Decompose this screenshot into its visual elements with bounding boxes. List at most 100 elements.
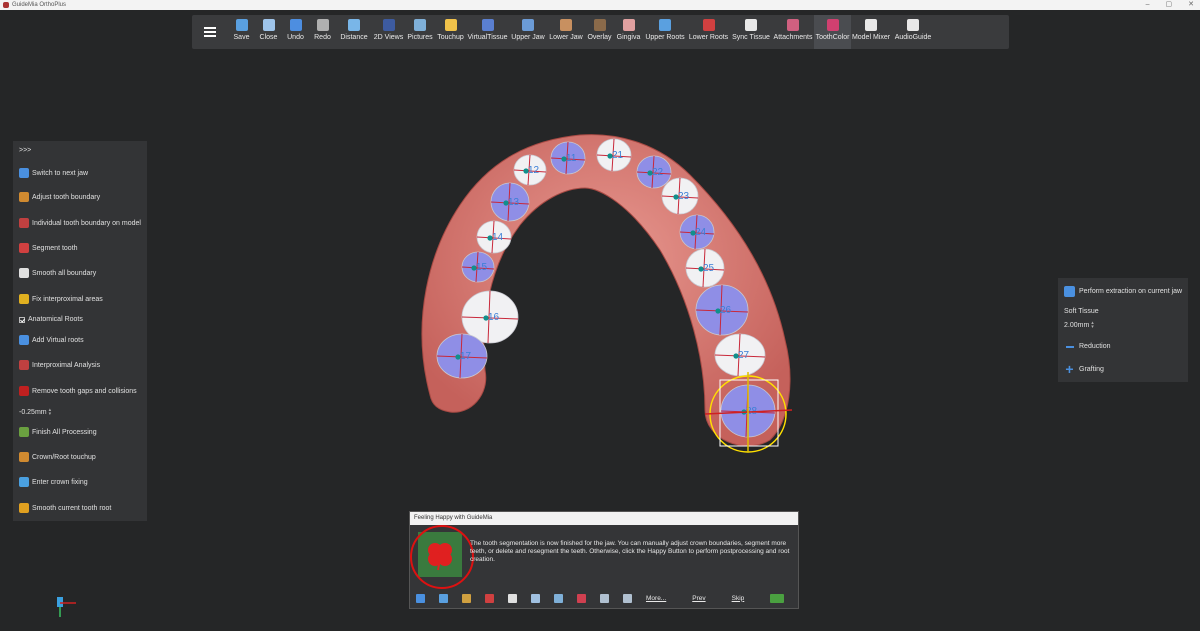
tooth-number-label: 16: [488, 312, 500, 323]
toolbar-pictures-button[interactable]: Pictures: [405, 15, 435, 49]
tooth-14[interactable]: 14: [476, 220, 512, 254]
toolbar-gingiva-button[interactable]: Gingiva: [614, 15, 643, 49]
toolbar-redo-button[interactable]: Redo: [309, 15, 336, 49]
tooth-15[interactable]: 15: [461, 251, 495, 283]
2d-views-icon: [382, 19, 395, 31]
toolbar-close-button[interactable]: Close: [255, 15, 282, 49]
building-icon[interactable]: [600, 593, 609, 603]
finish-all-processing-button[interactable]: Finish All Processing: [19, 427, 97, 437]
tooth-13[interactable]: 13: [490, 182, 530, 222]
tooth-23[interactable]: 23: [661, 177, 699, 215]
remove-tooth-gaps-and-collisions-button[interactable]: Remove tooth gaps and collisions: [19, 386, 137, 396]
axis-orientation-icon: [57, 597, 76, 617]
tooth-number-label: 14: [492, 232, 504, 243]
tools-icon[interactable]: [462, 593, 471, 603]
toolbar-undo-button[interactable]: Undo: [282, 15, 309, 49]
tooth-22[interactable]: 22: [636, 155, 672, 189]
upper-jaw-icon: [522, 19, 534, 31]
toolbar-lower-roots-button[interactable]: Lower Roots: [687, 15, 730, 49]
tooth-number-label: 25: [703, 263, 715, 274]
reduction-button[interactable]: Reduction: [1064, 341, 1111, 352]
right-tool-panel: Perform extraction on current jaw Soft T…: [1058, 278, 1188, 382]
tooth-26[interactable]: 26: [695, 284, 749, 336]
toolbar-lower-jaw-button[interactable]: Lower Jaw: [547, 15, 585, 49]
soft-tissue-spinbox[interactable]: 2.00mm ▴ ▾: [1064, 321, 1094, 330]
ruler-icon: [348, 19, 360, 31]
add-virtual-roots-button[interactable]: Add Virtual roots: [19, 335, 84, 345]
tool-label: Smooth all boundary: [32, 269, 97, 277]
tooth-icon[interactable]: [508, 593, 517, 603]
lower-roots-icon: [702, 19, 715, 31]
toolbar-label: 2D Views: [373, 34, 404, 41]
spin-arrows-icon[interactable]: ▴ ▾: [49, 408, 52, 417]
panel-collapse-toggle[interactable]: >>>: [19, 147, 31, 154]
smooth-root-icon: [19, 503, 29, 513]
tooth-number-label: 11: [566, 153, 577, 164]
reduction-label: Reduction: [1079, 343, 1111, 350]
tooth-12[interactable]: 12: [513, 154, 547, 186]
prev-link[interactable]: Prev: [692, 595, 705, 602]
hamburger-menu-button[interactable]: [192, 15, 228, 49]
upper-roots-icon: [659, 19, 671, 31]
switch-to-next-jaw-button[interactable]: Switch to next jaw: [19, 168, 88, 178]
perform-extraction-button[interactable]: Perform extraction on current jaw: [1064, 286, 1182, 297]
tooth-17[interactable]: 17: [436, 333, 488, 379]
toolbar-virtualtissue-button[interactable]: VirtualTissue: [466, 15, 509, 49]
toolbar-toothcolor-button[interactable]: ToothColor: [814, 15, 851, 49]
toolbar-label: Lower Roots: [688, 34, 729, 41]
screen-icon[interactable]: [554, 593, 563, 603]
dialog-message: The tooth segmentation is now finished f…: [470, 540, 790, 563]
toolbar-save-button[interactable]: Save: [228, 15, 255, 49]
tooth-11[interactable]: 11: [550, 141, 586, 175]
skip-link[interactable]: Skip: [732, 595, 745, 602]
tooth-27[interactable]: 27: [714, 333, 766, 377]
enter-crown-fixing-button[interactable]: Enter crown fixing: [19, 477, 88, 487]
toolbar-label: Upper Jaw: [511, 34, 545, 41]
panel-icon[interactable]: [439, 593, 448, 603]
more-link[interactable]: More...: [646, 595, 666, 602]
spin-arrows-icon[interactable]: ▴ ▾: [1091, 321, 1094, 330]
gap-value: -0.25mm: [19, 408, 47, 416]
toolbar-sync-tissue-button[interactable]: Sync Tissue: [730, 15, 772, 49]
toolbar-attachments-button[interactable]: Attachments: [772, 15, 814, 49]
segment-icon[interactable]: [485, 593, 494, 603]
soft-tissue-text: Soft Tissue: [1064, 308, 1099, 315]
toolbar-distance-button[interactable]: Distance: [336, 15, 372, 49]
individual-boundary-icon: [19, 218, 29, 228]
pair-icon[interactable]: [623, 593, 632, 603]
segment-tooth-icon: [19, 243, 29, 253]
anatomical-roots-checkbox[interactable]: Anatomical Roots: [19, 316, 83, 323]
toolbar-upper-roots-button[interactable]: Upper Roots: [643, 15, 687, 49]
adjust-tooth-boundary-button[interactable]: Adjust tooth boundary: [19, 192, 100, 202]
search-tooth-icon[interactable]: [531, 593, 540, 603]
happy-guide-dialog: Feeling Happy with GuideMia The tooth se…: [409, 511, 799, 609]
tooth-21[interactable]: 21: [596, 138, 632, 172]
tool-label: Adjust tooth boundary: [32, 193, 101, 201]
toolbar-audioguide-button[interactable]: AudioGuide: [891, 15, 935, 49]
happy-button-icon[interactable]: [770, 593, 785, 603]
fix-interproximal-areas-button[interactable]: Fix interproximal areas: [19, 294, 103, 304]
save-icon: [235, 19, 248, 31]
interproximal-analysis-button[interactable]: Interproximal Analysis: [19, 360, 100, 370]
grafting-button[interactable]: + Grafting: [1064, 362, 1104, 376]
segment-tooth-button[interactable]: Segment tooth: [19, 243, 78, 253]
crown-root-touchup-button[interactable]: Crown/Root touchup: [19, 452, 96, 462]
gum-icon[interactable]: [577, 593, 586, 603]
gap-value-spinbox[interactable]: -0.25mm ▴ ▾: [19, 408, 52, 417]
virtual-roots-icon: [19, 335, 29, 345]
hamburger-icon: [204, 27, 216, 37]
toolbar-2d-views-button[interactable]: 2D Views: [372, 15, 405, 49]
toolbar-touchup-button[interactable]: Touchup: [435, 15, 466, 49]
smooth-all-boundary-button[interactable]: Smooth all boundary: [19, 268, 96, 278]
menu-icon[interactable]: [416, 593, 425, 603]
toolbar-upper-jaw-button[interactable]: Upper Jaw: [509, 15, 547, 49]
tool-label: Individual tooth boundary on model: [32, 219, 141, 227]
individual-tooth-boundary-on-model-button[interactable]: Individual tooth boundary on model: [19, 218, 141, 228]
toolbar-overlay-button[interactable]: Overlay: [585, 15, 614, 49]
smooth-current-tooth-root-button[interactable]: Smooth current tooth root: [19, 503, 111, 513]
tooth-number-label: 24: [695, 227, 707, 238]
tooth-25[interactable]: 25: [685, 248, 725, 288]
tooth-24[interactable]: 24: [679, 214, 715, 250]
toolbar-label: Sync Tissue: [732, 34, 770, 41]
toolbar-model-mixer-button[interactable]: Model Mixer: [851, 15, 891, 49]
